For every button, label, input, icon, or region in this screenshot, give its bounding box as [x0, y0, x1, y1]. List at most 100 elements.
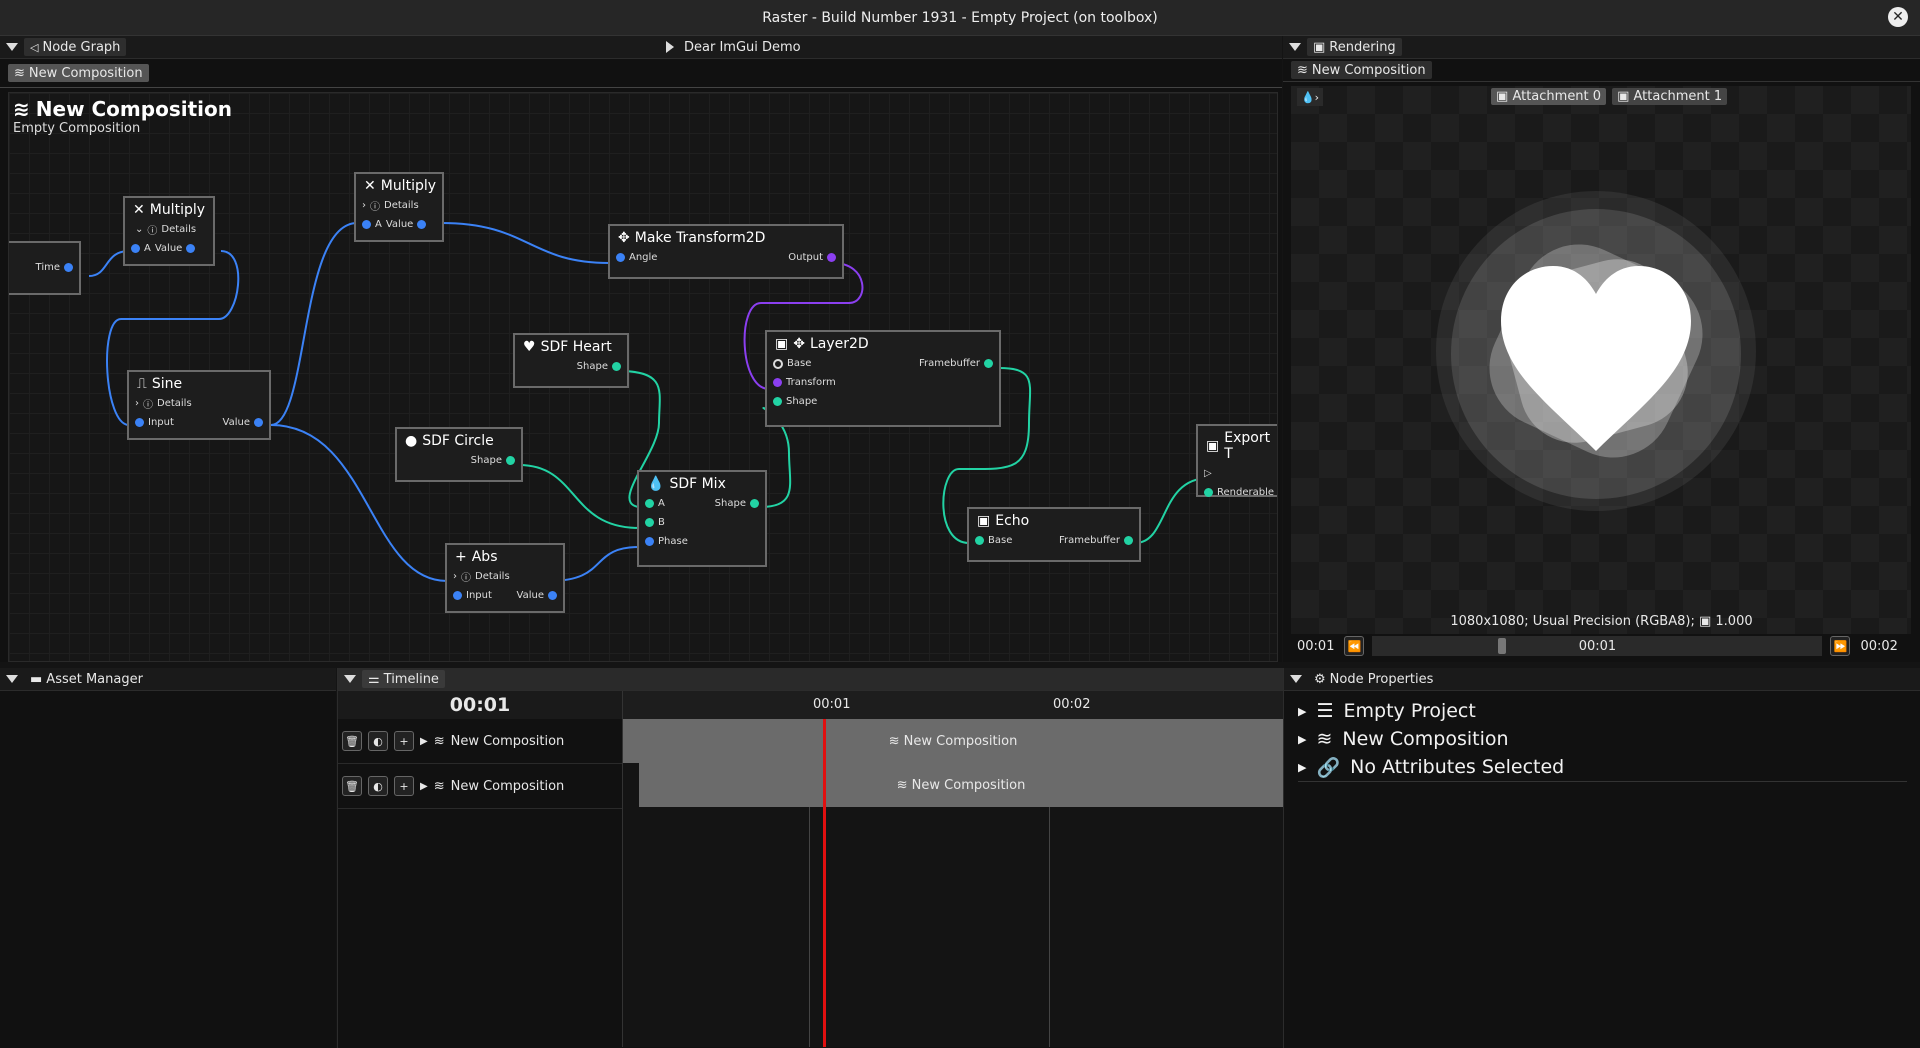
chevron-right-icon[interactable]: ›	[135, 398, 139, 409]
tab-imgui-demo[interactable]: Dear ImGui Demo	[666, 40, 801, 55]
node-multiply-2[interactable]: ✕ Multiply › ⓘ Details A Value	[354, 172, 444, 242]
node-multiply-1[interactable]: ✕ Multiply ⌄ ⓘ Details A Value	[123, 196, 215, 266]
node-sdf-circle[interactable]: ● SDF Circle Shape	[395, 427, 523, 482]
share-icon: ◁	[30, 40, 39, 54]
pin-base[interactable]	[975, 536, 984, 545]
fast-forward-button[interactable]: ⏩	[1830, 636, 1851, 656]
timeline-clip[interactable]: ≋ New Composition	[639, 763, 1283, 807]
plus-icon: +	[455, 549, 467, 565]
playback-thumb[interactable]	[1498, 638, 1507, 654]
pin-framebuffer[interactable]	[1124, 536, 1133, 545]
info-icon: ⓘ	[370, 202, 380, 213]
toggle-track-button[interactable]: ◐	[368, 776, 388, 796]
node-sdf-mix[interactable]: 💧 SDF Mix A Shape B Phase	[637, 470, 767, 567]
node-sdf-heart[interactable]: ♥ SDF Heart Shape	[513, 333, 629, 388]
tab-new-composition[interactable]: ≋ New Composition	[8, 64, 149, 82]
tab-rendering-composition[interactable]: ≋ New Composition	[1291, 61, 1432, 79]
pin-value[interactable]	[417, 220, 427, 229]
time-end: 00:02	[1860, 638, 1898, 654]
collapse-icon[interactable]	[1289, 43, 1301, 51]
image-icon: ▣	[1313, 39, 1326, 55]
pin-base[interactable]	[773, 358, 783, 369]
pin-phase[interactable]	[645, 537, 654, 546]
timeline-clip[interactable]: ≋ New Composition	[623, 719, 1283, 763]
pin-output[interactable]	[827, 253, 836, 262]
pin-time[interactable]	[64, 263, 73, 272]
tree-item-composition[interactable]: ▶ ≋ New Composition	[1298, 725, 1907, 753]
track-row[interactable]: 🗑 ◐ + ▶ ≋ New Composition	[338, 719, 622, 764]
playhead[interactable]	[823, 719, 826, 1047]
add-track-button[interactable]: +	[394, 776, 414, 796]
track-row[interactable]: 🗑 ◐ + ▶ ≋ New Composition	[338, 764, 622, 809]
collapse-icon[interactable]	[6, 43, 18, 51]
pin-b[interactable]	[645, 518, 654, 527]
expand-icon[interactable]: ▶	[1298, 761, 1306, 774]
tab-node-graph[interactable]: ◁ Node Graph	[24, 38, 127, 56]
expand-icon[interactable]: ▶	[420, 736, 428, 747]
pin-a[interactable]	[645, 499, 654, 508]
layers-icon: ≋	[888, 733, 900, 749]
image-icon: ▣	[1698, 614, 1712, 629]
pin-a[interactable]	[362, 220, 371, 229]
pin-value[interactable]	[548, 591, 557, 600]
attachment-0-tab[interactable]: ▣ Attachment 0	[1491, 88, 1607, 105]
collapse-icon[interactable]	[344, 675, 356, 683]
node-graph-header: ◁ Node Graph Dear ImGui Demo	[0, 36, 1282, 59]
pin-input[interactable]	[453, 591, 462, 600]
layers-icon: ≋	[433, 778, 445, 794]
timeline-panel: ⚌ Timeline 00:01 🗑 ◐ + ▶ ≋ New Compositi…	[337, 668, 1283, 1048]
timeline-ruler[interactable]: 00:01 00:02	[623, 691, 1283, 719]
node-sine[interactable]: ⎍ Sine › ⓘ Details Input Value	[127, 370, 271, 440]
node-time[interactable]: Time	[9, 241, 81, 295]
pin-renderable[interactable]	[1204, 488, 1213, 497]
link-multiply2-transform	[440, 222, 610, 264]
tab-rendering[interactable]: ▣ Rendering	[1307, 38, 1402, 56]
pin-transform[interactable]	[773, 378, 782, 387]
collapse-icon[interactable]	[1290, 675, 1302, 683]
pin-value[interactable]	[186, 244, 196, 253]
delete-track-button[interactable]: 🗑	[342, 776, 362, 796]
attachment-1-tab[interactable]: ▣ Attachment 1	[1612, 88, 1728, 105]
tree-item-project[interactable]: ▶ ☰ Empty Project	[1298, 697, 1907, 725]
node-echo[interactable]: ▣ Echo Base Framebuffer	[967, 507, 1141, 562]
close-icon: ✕	[133, 202, 145, 218]
delete-track-button[interactable]: 🗑	[342, 731, 362, 751]
timeline-icon: ⚌	[368, 671, 380, 687]
pin-a[interactable]	[131, 244, 140, 253]
add-track-button[interactable]: +	[394, 731, 414, 751]
node-layer2d[interactable]: ▣ ✥ Layer2D Base Framebuffer Transform Shap…	[765, 330, 1001, 427]
node-abs[interactable]: + Abs › ⓘ Details Input Value	[445, 543, 565, 613]
tab-asset-manager[interactable]: ▬ Asset Manager	[24, 670, 149, 688]
layers-icon: ≋	[14, 65, 25, 81]
close-icon[interactable]: ✕	[1888, 7, 1908, 27]
pin-shape[interactable]	[612, 362, 621, 371]
playback-slider[interactable]: 00:01	[1372, 636, 1823, 656]
expand-icon[interactable]: ▶	[1298, 733, 1306, 746]
pin-framebuffer[interactable]	[984, 359, 993, 368]
tree-item-attributes[interactable]: ▶ 🔗 No Attributes Selected	[1298, 753, 1907, 782]
layers-icon: ≋	[896, 777, 908, 793]
pin-shape[interactable]	[773, 397, 782, 406]
chevron-down-icon[interactable]: ⌄	[135, 224, 143, 235]
pin-shape[interactable]	[750, 499, 759, 508]
expand-icon[interactable]: ▶	[1298, 705, 1306, 718]
collapse-icon[interactable]	[6, 675, 18, 683]
expand-icon[interactable]: ▶	[420, 781, 428, 792]
timeline-track-area[interactable]: 00:01 00:02 ≋ New Composition ≋ New Comp…	[623, 691, 1283, 1047]
chevron-right-icon[interactable]: ›	[362, 200, 366, 211]
rewind-button[interactable]: ⏪	[1344, 636, 1365, 656]
node-export[interactable]: ▣ Export T ▷ Renderable	[1196, 424, 1277, 498]
toggle-track-button[interactable]: ◐	[368, 731, 388, 751]
tab-node-properties[interactable]: ⚙ Node Properties	[1308, 670, 1439, 688]
pin-value[interactable]	[254, 418, 263, 427]
pin-input[interactable]	[135, 418, 144, 427]
node-make-transform2d[interactable]: ✥ Make Transform2D Angle Output	[608, 224, 844, 279]
node-graph-canvas[interactable]: ≋ New Composition Empty Composition Time…	[8, 92, 1278, 662]
render-viewport[interactable]: 💧› ▣ Attachment 0 ▣ Attachment 1	[1291, 86, 1911, 634]
pin-angle[interactable]	[616, 253, 625, 262]
window-titlebar: Raster - Build Number 1931 - Empty Proje…	[0, 0, 1920, 36]
chevron-right-icon[interactable]: ›	[453, 571, 457, 582]
viewport-options-button[interactable]: 💧›	[1297, 88, 1323, 106]
tab-timeline[interactable]: ⚌ Timeline	[362, 670, 445, 688]
pin-shape[interactable]	[506, 456, 515, 465]
